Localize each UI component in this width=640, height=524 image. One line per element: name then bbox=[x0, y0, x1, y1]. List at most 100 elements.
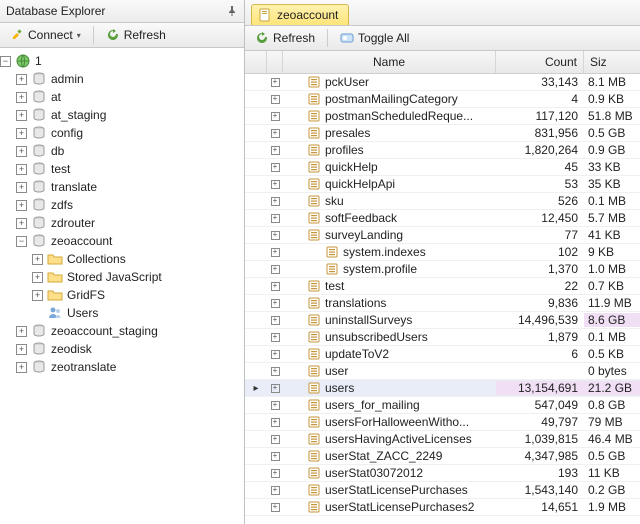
row-expander[interactable]: + bbox=[267, 503, 283, 512]
row-expander[interactable]: + bbox=[267, 231, 283, 240]
row-expander[interactable]: + bbox=[267, 95, 283, 104]
refresh-button[interactable]: Refresh bbox=[100, 26, 172, 44]
tree-node[interactable]: +Collections bbox=[0, 250, 244, 268]
table-row[interactable]: +users_for_mailing547,0490.8 GB bbox=[245, 397, 640, 414]
row-expander[interactable]: + bbox=[267, 265, 283, 274]
table-row[interactable]: +quickHelp4533 KB bbox=[245, 159, 640, 176]
refresh-button-right[interactable]: Refresh bbox=[249, 29, 321, 47]
expander-icon[interactable]: + bbox=[16, 92, 27, 103]
tree-node[interactable]: +at_staging bbox=[0, 106, 244, 124]
tree-node[interactable]: +Stored JavaScript bbox=[0, 268, 244, 286]
tree-node[interactable]: +zdfs bbox=[0, 196, 244, 214]
expander-icon[interactable]: + bbox=[16, 200, 27, 211]
expander-icon[interactable]: + bbox=[32, 290, 43, 301]
expander-icon[interactable]: + bbox=[16, 326, 27, 337]
col-size-header[interactable]: Siz bbox=[584, 51, 640, 73]
expander-icon[interactable]: + bbox=[16, 362, 27, 373]
table-row[interactable]: +presales831,9560.5 GB bbox=[245, 125, 640, 142]
expander-icon[interactable]: + bbox=[32, 272, 43, 283]
table-row[interactable]: +userStat0307201219311 KB bbox=[245, 465, 640, 482]
tree-node[interactable]: +admin bbox=[0, 70, 244, 88]
table-row[interactable]: +usersForHalloweenWitho...49,79779 MB bbox=[245, 414, 640, 431]
row-expander[interactable]: + bbox=[267, 316, 283, 325]
table-row[interactable]: +test220.7 KB bbox=[245, 278, 640, 295]
connect-button[interactable]: Connect ▾ bbox=[4, 26, 87, 44]
tab-zeoaccount[interactable]: zeoaccount bbox=[251, 4, 349, 25]
table-row[interactable]: +postmanMailingCategory40.9 KB bbox=[245, 91, 640, 108]
table-row[interactable]: +surveyLanding7741 KB bbox=[245, 227, 640, 244]
table-row[interactable]: +user0 bytes bbox=[245, 363, 640, 380]
expander-icon[interactable]: + bbox=[16, 218, 27, 229]
row-expander[interactable]: + bbox=[267, 112, 283, 121]
table-row[interactable]: +userStatLicensePurchases214,6511.9 MB bbox=[245, 499, 640, 516]
expander-icon[interactable]: − bbox=[0, 56, 11, 67]
row-expander[interactable]: + bbox=[267, 163, 283, 172]
expander-icon[interactable]: + bbox=[16, 74, 27, 85]
row-expander[interactable]: + bbox=[267, 435, 283, 444]
table-row[interactable]: +quickHelpApi5335 KB bbox=[245, 176, 640, 193]
row-expander[interactable]: + bbox=[267, 350, 283, 359]
expander-icon[interactable]: + bbox=[16, 164, 27, 175]
row-expander[interactable]: + bbox=[267, 180, 283, 189]
row-expander[interactable]: + bbox=[267, 214, 283, 223]
col-count-header[interactable]: Count bbox=[496, 51, 584, 73]
table-row[interactable]: +pckUser33,1438.1 MB bbox=[245, 74, 640, 91]
table-row[interactable]: +translations9,83611.9 MB bbox=[245, 295, 640, 312]
col-marker[interactable] bbox=[245, 51, 267, 73]
row-expander[interactable]: + bbox=[267, 401, 283, 410]
table-row[interactable]: +sku5260.1 MB bbox=[245, 193, 640, 210]
table-row[interactable]: +uninstallSurveys14,496,5398.6 GB bbox=[245, 312, 640, 329]
tree-node[interactable]: −1 bbox=[0, 52, 244, 70]
table-row[interactable]: +unsubscribedUsers1,8790.1 MB bbox=[245, 329, 640, 346]
expander-icon[interactable]: + bbox=[16, 182, 27, 193]
row-expander[interactable]: + bbox=[267, 129, 283, 138]
expander-icon[interactable]: + bbox=[16, 110, 27, 121]
tree-node[interactable]: −zeoaccount bbox=[0, 232, 244, 250]
expander-icon[interactable]: + bbox=[16, 128, 27, 139]
col-name-header[interactable]: Name bbox=[283, 51, 496, 73]
table-row[interactable]: +usersHavingActiveLicenses1,039,81546.4 … bbox=[245, 431, 640, 448]
tree-node[interactable]: +GridFS bbox=[0, 286, 244, 304]
row-expander[interactable]: + bbox=[267, 197, 283, 206]
table-row[interactable]: +userStat_ZACC_22494,347,9850.5 GB bbox=[245, 448, 640, 465]
pin-icon[interactable] bbox=[226, 5, 238, 17]
tree-node[interactable]: +zeotranslate bbox=[0, 358, 244, 376]
row-expander[interactable]: + bbox=[267, 418, 283, 427]
row-expander[interactable]: + bbox=[267, 146, 283, 155]
row-expander[interactable]: + bbox=[267, 248, 283, 257]
row-expander[interactable]: + bbox=[267, 282, 283, 291]
tree-node[interactable]: +translate bbox=[0, 178, 244, 196]
table-row[interactable]: ▸+users13,154,69121.2 GB bbox=[245, 380, 640, 397]
table-row[interactable]: +profiles1,820,2640.9 GB bbox=[245, 142, 640, 159]
expander-icon[interactable]: + bbox=[32, 254, 43, 265]
expander-icon[interactable]: − bbox=[16, 236, 27, 247]
table-row[interactable]: +softFeedback12,4505.7 MB bbox=[245, 210, 640, 227]
expander-icon[interactable]: + bbox=[16, 344, 27, 355]
database-tree[interactable]: −1+admin+at+at_staging+config+db+test+tr… bbox=[0, 48, 244, 524]
row-expander[interactable]: + bbox=[267, 367, 283, 376]
row-expander[interactable]: + bbox=[267, 486, 283, 495]
table-row[interactable]: +userStatLicensePurchases1,543,1400.2 GB bbox=[245, 482, 640, 499]
row-expander[interactable]: + bbox=[267, 333, 283, 342]
row-expander[interactable]: + bbox=[267, 78, 283, 87]
row-expander[interactable]: + bbox=[267, 384, 283, 393]
table-row[interactable]: +system.indexes1029 KB bbox=[245, 244, 640, 261]
tree-node[interactable]: Users bbox=[0, 304, 244, 322]
tree-node[interactable]: +zdrouter bbox=[0, 214, 244, 232]
tree-node[interactable]: +at bbox=[0, 88, 244, 106]
row-expander[interactable]: + bbox=[267, 299, 283, 308]
table-row[interactable]: +updateToV260.5 KB bbox=[245, 346, 640, 363]
row-expander[interactable]: + bbox=[267, 452, 283, 461]
table-row[interactable]: +postmanScheduledReque...117,12051.8 MB bbox=[245, 108, 640, 125]
toggle-all-button[interactable]: Toggle All bbox=[334, 29, 415, 47]
table-row[interactable]: +system.profile1,3701.0 MB bbox=[245, 261, 640, 278]
tree-node[interactable]: +config bbox=[0, 124, 244, 142]
col-expand[interactable] bbox=[267, 51, 283, 73]
grid-body[interactable]: +pckUser33,1438.1 MB+postmanMailingCateg… bbox=[245, 74, 640, 524]
tree-node[interactable]: +db bbox=[0, 142, 244, 160]
row-expander[interactable]: + bbox=[267, 469, 283, 478]
tree-node[interactable]: +zeoaccount_staging bbox=[0, 322, 244, 340]
tree-node[interactable]: +zeodisk bbox=[0, 340, 244, 358]
expander-icon[interactable]: + bbox=[16, 146, 27, 157]
tree-node[interactable]: +test bbox=[0, 160, 244, 178]
